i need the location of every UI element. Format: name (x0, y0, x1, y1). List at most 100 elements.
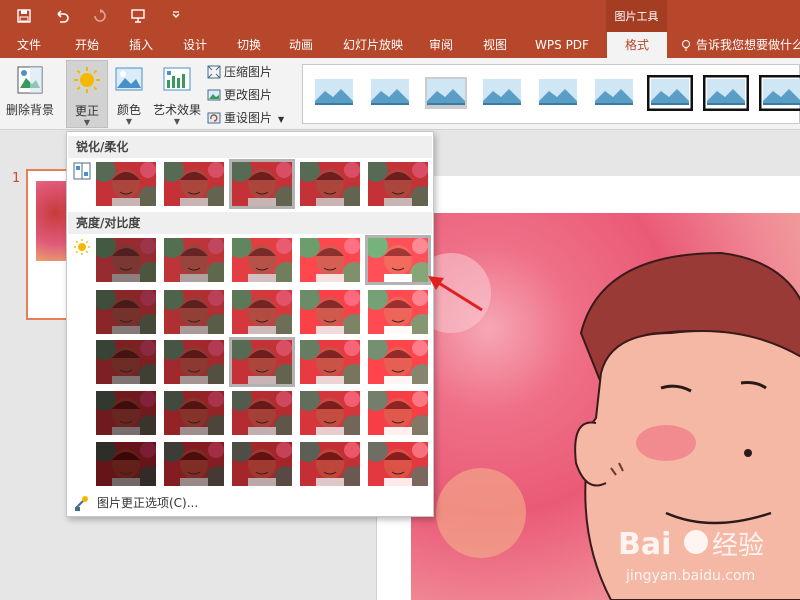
correction-preview-image (232, 238, 292, 282)
chevron-down-icon (172, 11, 180, 18)
reset-picture-button[interactable]: 重设图片 ▼ (206, 108, 284, 128)
redo-button[interactable] (88, 4, 112, 28)
correction-preview-image (164, 238, 224, 282)
tab-0[interactable]: 文件 (0, 32, 58, 58)
brightness-contrast-option-3-2[interactable] (232, 391, 292, 435)
svg-text:Bai: Bai (618, 527, 671, 562)
brightness-contrast-option-4-1[interactable] (164, 442, 224, 486)
correction-preview-image (368, 391, 428, 435)
brightness-contrast-option-1-1[interactable] (164, 290, 224, 334)
brightness-contrast-option-4-3[interactable] (300, 442, 360, 486)
slideshow-from-start-button[interactable] (126, 4, 150, 28)
correction-preview-image (96, 238, 156, 282)
tab-4[interactable]: 切换 (220, 32, 278, 58)
remove-background-button[interactable]: 删除背景 (2, 60, 58, 128)
picture-style-0[interactable] (311, 75, 357, 111)
brightness-contrast-option-4-2[interactable] (232, 442, 292, 486)
sharpen-soften-option-4[interactable] (368, 162, 428, 206)
slide-thumbnail[interactable] (26, 169, 76, 320)
picture-style-preview-icon (371, 79, 409, 105)
brightness-contrast-option-2-0[interactable] (96, 340, 156, 384)
correction-preview-image (300, 238, 360, 282)
correction-preview-image (164, 391, 224, 435)
correction-preview-image (368, 162, 428, 206)
correction-preview-image (164, 442, 224, 486)
tab-9[interactable]: WPS PDF (527, 32, 597, 58)
picture-tools-header: 图片工具 (606, 0, 667, 32)
compress-pictures-button[interactable]: 压缩图片 (206, 62, 272, 82)
brightness-contrast-option-2-1[interactable] (164, 340, 224, 384)
picture-style-7[interactable] (702, 74, 750, 112)
brightness-contrast-option-4-0[interactable] (96, 442, 156, 486)
picture-style-preview-icon (315, 79, 353, 105)
correction-preview-image (232, 391, 292, 435)
change-picture-button[interactable]: 更改图片 (206, 85, 272, 105)
picture-style-6[interactable] (646, 74, 694, 112)
brightness-contrast-option-3-3[interactable] (300, 391, 360, 435)
correction-preview-image (96, 290, 156, 334)
brightness-contrast-option-2-2[interactable] (229, 337, 295, 387)
slide-thumbnail-pane: 1 (0, 131, 76, 600)
brightness-contrast-option-0-2[interactable] (232, 238, 292, 282)
correction-preview-image (300, 340, 360, 384)
customize-qat-button[interactable] (164, 4, 188, 28)
tab-6[interactable]: 幻灯片放映 (333, 32, 413, 58)
sharpen-soften-option-3[interactable] (300, 162, 360, 206)
brightness-contrast-option-0-1[interactable] (164, 238, 224, 282)
picture-style-preview-icon (646, 74, 694, 112)
lightbulb-icon (682, 40, 690, 51)
brightness-contrast-option-1-3[interactable] (300, 290, 360, 334)
picture-style-1[interactable] (367, 75, 413, 111)
picture-style-8[interactable] (758, 74, 800, 112)
tab-2[interactable]: 插入 (112, 32, 170, 58)
brightness-contrast-option-3-1[interactable] (164, 391, 224, 435)
brightness-contrast-option-1-0[interactable] (96, 290, 156, 334)
tab-7[interactable]: 审阅 (412, 32, 470, 58)
artistic-effects-icon (163, 67, 191, 91)
correction-preview-image (96, 162, 156, 206)
brightness-contrast-option-4-4[interactable] (368, 442, 428, 486)
picture-style-5[interactable] (591, 75, 637, 111)
brightness-contrast-option-2-4[interactable] (368, 340, 428, 384)
corrections-button[interactable]: 更正 ▼ (66, 60, 108, 128)
tab-1[interactable]: 开始 (58, 32, 116, 58)
picture-style-2[interactable] (423, 75, 469, 111)
color-button[interactable]: 颜色 ▼ (110, 60, 148, 128)
color-caret-icon: ▼ (125, 117, 133, 126)
correction-preview-image (368, 238, 428, 282)
brightness-contrast-option-1-2[interactable] (232, 290, 292, 334)
tab-10[interactable]: 格式 (607, 32, 667, 58)
picture-style-4[interactable] (535, 75, 581, 111)
brightness-contrast-option-3-4[interactable] (368, 391, 428, 435)
brightness-contrast-option-0-4[interactable] (365, 235, 431, 285)
brightness-contrast-option-0-0[interactable] (96, 238, 156, 282)
picture-corrections-options-link[interactable]: 图片更正选项(C)... (73, 492, 198, 514)
reset-picture-icon (207, 112, 221, 124)
correction-preview-image (300, 442, 360, 486)
tell-me-search[interactable]: 告诉我您想要做什么 (680, 32, 800, 58)
correction-preview-image (164, 290, 224, 334)
brightness-contrast-option-3-0[interactable] (96, 391, 156, 435)
sun-icon (74, 239, 90, 255)
undo-button[interactable] (50, 4, 74, 28)
sharpen-soften-option-1[interactable] (164, 162, 224, 206)
save-button[interactable] (12, 4, 36, 28)
tab-8[interactable]: 视图 (466, 32, 524, 58)
correction-preview-image (232, 442, 292, 486)
brightness-contrast-option-1-4[interactable] (368, 290, 428, 334)
brightness-contrast-option-2-3[interactable] (300, 340, 360, 384)
save-icon (17, 9, 31, 23)
picture-style-3[interactable] (479, 75, 525, 111)
tab-3[interactable]: 设计 (166, 32, 224, 58)
correction-preview-image (300, 391, 360, 435)
brightness-contrast-option-0-3[interactable] (300, 238, 360, 282)
compress-icon (207, 65, 221, 79)
tab-5[interactable]: 动画 (272, 32, 330, 58)
sharpen-soften-option-0[interactable] (96, 162, 156, 206)
correction-preview-image (96, 442, 156, 486)
picture-style-preview-icon (425, 77, 467, 109)
picture-style-preview-icon (483, 79, 521, 105)
sharpen-soften-option-2[interactable] (229, 159, 295, 209)
picture-options-icon (75, 496, 88, 511)
artistic-effects-button[interactable]: 艺术效果 ▼ (150, 60, 204, 128)
